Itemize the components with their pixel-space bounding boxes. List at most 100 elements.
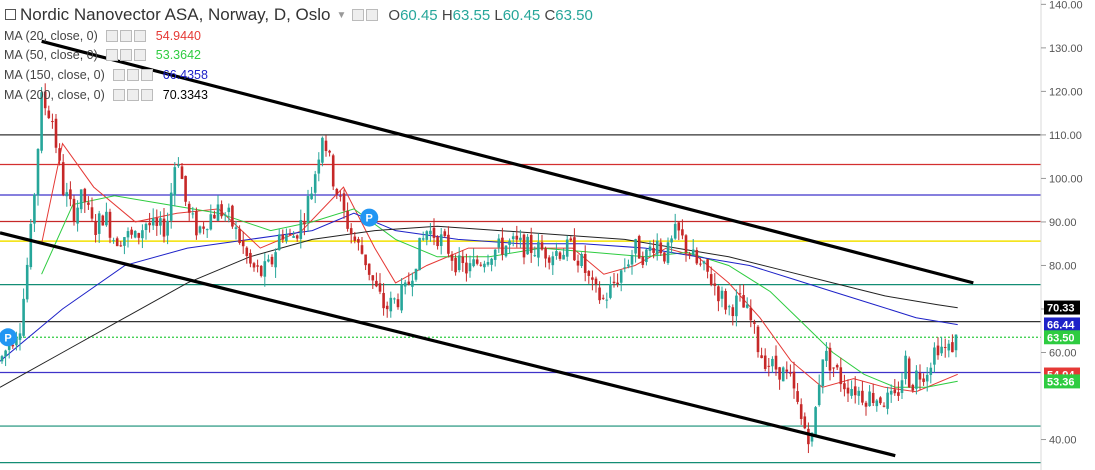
settings-icon[interactable] — [126, 69, 139, 81]
candle-body — [403, 282, 407, 287]
settings-icon[interactable] — [366, 9, 379, 21]
candle-body — [583, 253, 587, 273]
candle-body — [256, 265, 259, 267]
candle-body — [911, 384, 915, 391]
candle-body — [580, 254, 583, 267]
candle-body — [220, 204, 223, 217]
trend-line[interactable] — [0, 231, 896, 458]
collapse-toggle-icon[interactable] — [5, 8, 16, 20]
indicator-label[interactable]: MA (50, close, 0) — [4, 48, 98, 62]
candle-body — [105, 211, 108, 226]
candle-body — [119, 245, 123, 247]
horizontal-levels — [0, 134, 1041, 464]
eye-icon[interactable] — [112, 69, 125, 81]
candle-body — [864, 402, 868, 407]
candle-body — [371, 275, 375, 281]
indicator-value: 54.9440 — [155, 29, 201, 43]
candle-body — [681, 229, 684, 236]
candle-body — [450, 254, 454, 261]
candle-body — [713, 283, 717, 286]
indicator-label[interactable]: MA (20, close, 0) — [4, 29, 98, 43]
candle-body — [4, 350, 7, 357]
candle-body — [497, 238, 501, 248]
candle-body — [223, 214, 227, 216]
eye-icon[interactable] — [105, 30, 118, 42]
candle-body — [717, 286, 720, 302]
eye-icon[interactable] — [105, 49, 118, 61]
symbol-title[interactable]: Nordic Nanovector ASA, Norway, D, Oslo — [20, 5, 331, 25]
candle-body — [666, 242, 670, 263]
candle-body — [396, 299, 400, 308]
close-icon[interactable] — [140, 89, 153, 101]
candle-body — [562, 254, 565, 260]
price-axis[interactable]: 40.0060.0070.0080.0090.00100.00110.00120… — [1040, 0, 1083, 470]
indicator-value: 70.3343 — [162, 88, 208, 102]
candle-body — [439, 234, 443, 247]
candle-body — [475, 259, 479, 264]
eye-icon[interactable] — [352, 9, 365, 21]
candle-body — [72, 198, 76, 222]
indicator-row-ma20[interactable]: MA (20, close, 0) 54.9440 — [0, 27, 201, 45]
candle-body — [904, 355, 907, 379]
eye-icon[interactable] — [112, 89, 125, 101]
candle-body — [252, 263, 256, 268]
candle-body — [594, 278, 598, 285]
settings-icon[interactable] — [119, 30, 132, 42]
candle-body — [547, 257, 551, 263]
candle-body — [357, 239, 360, 243]
candle-body — [954, 334, 958, 351]
candle-body — [411, 280, 414, 287]
indicator-row-ma150[interactable]: MA (150, close, 0) 66.4358 — [0, 66, 208, 84]
candle-body — [328, 150, 331, 153]
candle-body — [540, 242, 544, 250]
close-icon[interactable] — [133, 30, 146, 42]
close-icon[interactable] — [133, 49, 146, 61]
candle-body — [655, 240, 659, 255]
candle-body — [166, 220, 169, 236]
candle-body — [22, 298, 25, 336]
axis-tick-label: 120.00 — [1049, 86, 1083, 98]
indicator-row-ma50[interactable]: MA (50, close, 0) 53.3642 — [0, 46, 201, 64]
candle-body — [324, 140, 328, 151]
candle-body — [875, 400, 879, 407]
candle-body — [569, 238, 573, 241]
event-marker-label: P — [4, 332, 11, 344]
candle-body — [249, 252, 252, 264]
candle-body — [544, 248, 547, 259]
candle-body — [871, 392, 875, 403]
candle-body — [33, 194, 36, 224]
candle-body — [490, 258, 493, 265]
candle-body — [907, 358, 911, 388]
candle-body — [727, 306, 731, 308]
axis-tick-label: 90.00 — [1049, 217, 1077, 229]
axis-tick-label: 110.00 — [1049, 130, 1082, 142]
candle-body — [803, 416, 807, 429]
candle-body — [828, 347, 832, 371]
ohlc-high-value: 63.55 — [452, 6, 491, 24]
candle-body — [551, 256, 555, 266]
price-badge-label: 63.50 — [1047, 332, 1075, 344]
candle-body — [886, 392, 889, 409]
candle-body — [677, 222, 681, 231]
candle-body — [943, 347, 947, 349]
candle-body — [929, 367, 933, 375]
indicator-label[interactable]: MA (150, close, 0) — [4, 68, 105, 82]
candle-body — [267, 259, 270, 262]
settings-icon[interactable] — [119, 49, 132, 61]
settings-icon[interactable] — [126, 89, 139, 101]
event-markers[interactable]: PP — [0, 208, 379, 347]
candle-body — [385, 305, 389, 310]
candle-body — [508, 240, 511, 245]
candle-body — [857, 390, 861, 396]
candle-body — [349, 228, 353, 234]
candle-body — [97, 213, 101, 234]
indicator-row-ma200[interactable]: MA (200, close, 0) 70.3343 — [0, 86, 208, 104]
candle-body — [933, 347, 936, 365]
candle-body — [292, 236, 295, 238]
indicator-label[interactable]: MA (200, close, 0) — [4, 88, 105, 102]
candle-body — [7, 345, 11, 350]
candle-body — [486, 262, 490, 265]
candle-body — [148, 222, 151, 226]
close-icon[interactable] — [140, 69, 153, 81]
chevron-down-icon[interactable]: ▼ — [337, 10, 347, 21]
